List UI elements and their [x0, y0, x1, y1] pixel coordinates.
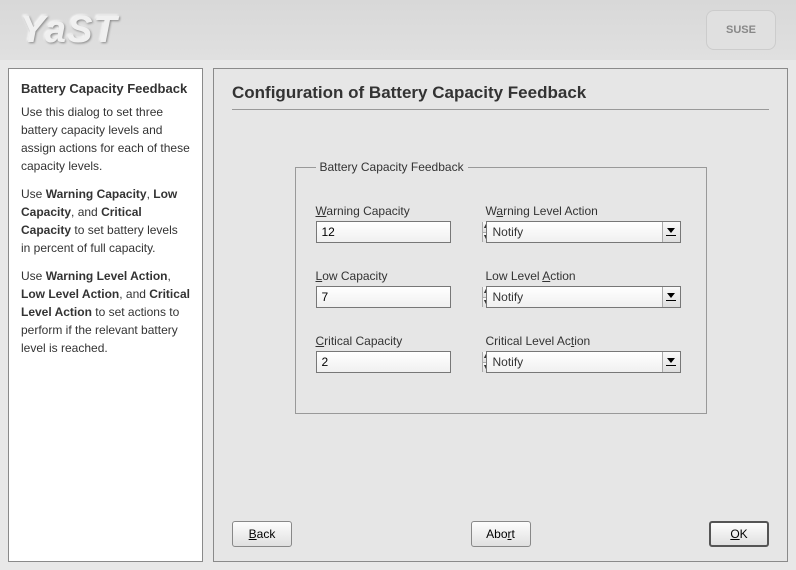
- warning-action-value: Notify: [487, 225, 662, 239]
- warning-action-dropdown[interactable]: Notify: [486, 221, 681, 243]
- low-capacity-input[interactable]: [317, 287, 482, 307]
- critical-action-label: Critical Level Action: [486, 334, 686, 348]
- chevron-down-icon: [667, 228, 675, 233]
- critical-capacity-label: Critical Capacity: [316, 334, 456, 348]
- battery-feedback-group: Battery Capacity Feedback Warning Capaci…: [295, 160, 707, 414]
- sidebar-title: Battery Capacity Feedback: [21, 79, 190, 99]
- warning-capacity-spinbox[interactable]: ▲ ▼: [316, 221, 451, 243]
- critical-capacity-input[interactable]: [317, 352, 482, 372]
- suse-text: SUSE: [726, 24, 756, 36]
- page-title: Configuration of Battery Capacity Feedba…: [232, 83, 769, 110]
- suse-logo: SUSE: [706, 10, 776, 50]
- critical-capacity-field: Critical Capacity ▲ ▼: [316, 334, 456, 373]
- main-panel: Configuration of Battery Capacity Feedba…: [213, 68, 788, 562]
- help-sidebar: Battery Capacity Feedback Use this dialo…: [8, 68, 203, 562]
- dropdown-button[interactable]: [662, 352, 680, 372]
- yast-logo: YaST: [20, 9, 118, 52]
- low-capacity-label: Low Capacity: [316, 269, 456, 283]
- warning-capacity-input[interactable]: [317, 222, 482, 242]
- sidebar-intro: Use this dialog to set three battery cap…: [21, 103, 190, 175]
- warning-action-field: Warning Level Action Notify: [486, 204, 686, 243]
- dropdown-button[interactable]: [662, 287, 680, 307]
- footer-buttons: Back Abort OK: [232, 511, 769, 547]
- sidebar-p3: Use Warning Level Action, Low Level Acti…: [21, 267, 190, 357]
- critical-capacity-spinbox[interactable]: ▲ ▼: [316, 351, 451, 373]
- warning-capacity-field: Warning Capacity ▲ ▼: [316, 204, 456, 243]
- warning-action-label: Warning Level Action: [486, 204, 686, 218]
- dropdown-button[interactable]: [662, 222, 680, 242]
- low-capacity-field: Low Capacity ▲ ▼: [316, 269, 456, 308]
- low-action-value: Notify: [487, 290, 662, 304]
- low-action-dropdown[interactable]: Notify: [486, 286, 681, 308]
- abort-button[interactable]: Abort: [471, 521, 531, 547]
- low-capacity-spinbox[interactable]: ▲ ▼: [316, 286, 451, 308]
- header: YaST SUSE: [0, 0, 796, 60]
- critical-action-value: Notify: [487, 355, 662, 369]
- chevron-down-icon: [667, 358, 675, 363]
- low-action-label: Low Level Action: [486, 269, 686, 283]
- group-legend: Battery Capacity Feedback: [316, 160, 468, 174]
- critical-action-dropdown[interactable]: Notify: [486, 351, 681, 373]
- sidebar-p2: Use Warning Capacity, Low Capacity, and …: [21, 185, 190, 257]
- content-area: Battery Capacity Feedback Warning Capaci…: [232, 110, 769, 511]
- low-action-field: Low Level Action Notify: [486, 269, 686, 308]
- chevron-down-icon: [667, 293, 675, 298]
- back-button[interactable]: Back: [232, 521, 292, 547]
- warning-capacity-label: Warning Capacity: [316, 204, 456, 218]
- ok-button[interactable]: OK: [709, 521, 769, 547]
- critical-action-field: Critical Level Action Notify: [486, 334, 686, 373]
- container: Battery Capacity Feedback Use this dialo…: [0, 60, 796, 570]
